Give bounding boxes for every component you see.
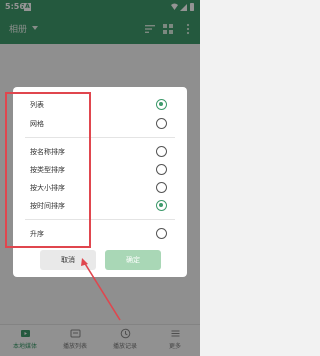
annotation-arrow <box>81 258 121 321</box>
